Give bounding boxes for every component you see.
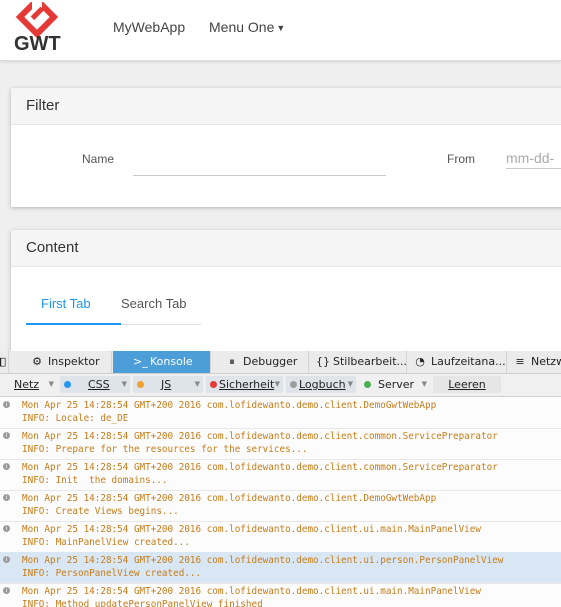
devtools-tab-performance[interactable]: ◔ Laufzeitana... (408, 351, 507, 373)
log-header: Mon Apr 25 14:28:54 GMT+200 2016 com.lof… (22, 555, 504, 566)
filter-netz-label: Netz (14, 378, 40, 391)
active-tab-indicator (26, 323, 121, 325)
log-message: INFO: PersonPanelView created... (22, 568, 202, 579)
clear-console-label: Leeren (448, 378, 486, 391)
devtools-tab-network[interactable]: ≡ Netzw (508, 351, 561, 373)
dropdown-arrow-icon: ▼ (347, 380, 353, 388)
log-message: INFO: Locale: de_DE (22, 413, 129, 424)
filter-sicherheit[interactable]: Sicherheit ▼ (206, 376, 283, 393)
devtools-tab-label: Konsole (150, 355, 193, 368)
security-dot-icon (210, 381, 217, 388)
dropdown-arrow-icon: ▼ (194, 380, 200, 388)
console-filter-bar: Netz ▼ CSS ▼ JS ▼ Sicherheit ▼ Logbuch ▼ Serv… (0, 374, 561, 397)
devtools-tab-overflow[interactable]: ◧ (0, 351, 9, 373)
log-header: Mon Apr 25 14:28:54 GMT+200 2016 com.lof… (22, 493, 437, 504)
caret-down-icon: ▼ (276, 23, 286, 33)
brand-link[interactable]: MyWebApp (113, 19, 185, 35)
log-entry-selected[interactable]: i Mon Apr 25 14:28:54 GMT+200 2016 com.l… (0, 552, 561, 584)
log-entry[interactable]: i Mon Apr 25 14:28:54 GMT+200 2016 com.l… (0, 583, 561, 607)
log-header: Mon Apr 25 14:28:54 GMT+200 2016 com.lof… (22, 431, 498, 442)
clear-console-button[interactable]: Leeren (433, 376, 501, 393)
filter-title: Filter (26, 97, 60, 114)
devtools-tab-label: Inspektor (48, 355, 100, 368)
devtools-tabbar: ◧ ⚙ Inspektor >_Konsole ⏸ Debugger {}Stilb… (0, 351, 561, 374)
log-entry[interactable]: i Mon Apr 25 14:28:54 GMT+200 2016 com.l… (0, 397, 561, 429)
tab-search[interactable]: Search Tab (121, 296, 187, 311)
filter-panel-header: Filter (11, 88, 561, 125)
top-navbar: GWT MyWebApp Menu One ▼ (0, 0, 561, 61)
log-header: Mon Apr 25 14:28:54 GMT+200 2016 com.lof… (22, 400, 437, 411)
log-message: INFO: Method updatePersonPanelView finis… (22, 599, 263, 607)
inspect-pick-icon: ◧ (0, 355, 6, 368)
dropdown-arrow-icon: ▼ (121, 380, 127, 388)
gear-icon: ⚙ (32, 355, 42, 368)
filter-js-label: JS (161, 378, 172, 391)
js-dot-icon (137, 381, 144, 388)
logo-text: GWT (14, 33, 61, 55)
logbuch-dot-icon (290, 381, 297, 388)
braces-icon: {} (316, 355, 330, 368)
info-icon: i (3, 556, 10, 563)
log-header: Mon Apr 25 14:28:54 GMT+200 2016 com.lof… (22, 524, 481, 535)
network-icon: ≡ (515, 355, 525, 368)
content-panel-header: Content (11, 230, 561, 267)
name-label: Name (82, 152, 115, 166)
log-entry[interactable]: i Mon Apr 25 14:28:54 GMT+200 2016 com.l… (0, 428, 561, 460)
log-entry[interactable]: i Mon Apr 25 14:28:54 GMT+200 2016 com.l… (0, 459, 561, 491)
filter-logbuch[interactable]: Logbuch ▼ (286, 376, 356, 393)
log-message: INFO: MainPanelView created... (22, 537, 190, 548)
info-icon: i (3, 525, 10, 532)
devtools-tab-style-editor[interactable]: {} Stilbearbeit... (310, 351, 407, 373)
tab-first[interactable]: First Tab (41, 296, 91, 311)
info-icon: i (3, 587, 10, 594)
devtools-tab-debugger[interactable]: ⏸ Debugger (212, 351, 309, 373)
from-label: From (447, 152, 475, 166)
log-entry[interactable]: i Mon Apr 25 14:28:54 GMT+200 2016 com.l… (0, 521, 561, 553)
filter-server[interactable]: Server ▼ (360, 376, 430, 393)
filter-logbuch-label: Logbuch (299, 378, 346, 391)
content-panel: Content First Tab Search Tab (11, 230, 561, 360)
tab-underline (121, 324, 201, 325)
filter-panel: Filter Name From (11, 88, 561, 207)
filter-server-label: Server (378, 378, 415, 391)
devtools-tab-label: Debugger (243, 355, 298, 368)
terminal-icon: >_ (133, 355, 148, 368)
filter-netz[interactable]: Netz ▼ (0, 376, 57, 393)
name-input[interactable] (133, 155, 386, 176)
dropdown-arrow-icon: ▼ (48, 380, 54, 388)
gauge-icon: ◔ (415, 355, 425, 368)
log-message: INFO: Prepare for the resources for the … (22, 444, 308, 455)
devtools-panel: ◧ ⚙ Inspektor >_Konsole ⏸ Debugger {}Stilb… (0, 351, 561, 607)
dropdown-arrow-icon: ▼ (274, 380, 280, 388)
filter-css[interactable]: CSS ▼ (60, 376, 130, 393)
log-message: INFO: Init the domains... (22, 475, 168, 486)
css-dot-icon (64, 381, 71, 388)
filter-css-label: CSS (88, 378, 110, 391)
content-title: Content (26, 239, 79, 256)
menu-one-dropdown[interactable]: Menu One ▼ (209, 19, 285, 35)
pause-icon: ⏸ (229, 355, 235, 368)
log-entry[interactable]: i Mon Apr 25 14:28:54 GMT+200 2016 com.l… (0, 490, 561, 522)
info-icon: i (3, 463, 10, 470)
log-header: Mon Apr 25 14:28:54 GMT+200 2016 com.lof… (22, 586, 481, 597)
devtools-tab-inspector[interactable]: ⚙ Inspektor (9, 351, 112, 373)
server-dot-icon (364, 381, 371, 388)
from-date-input[interactable] (506, 148, 561, 169)
devtools-tab-console[interactable]: >_ Konsole (113, 351, 211, 373)
info-icon: i (3, 494, 10, 501)
devtools-tab-label: Stilbearbeit... (333, 355, 407, 368)
console-log-output: i Mon Apr 25 14:28:54 GMT+200 2016 com.l… (0, 397, 561, 607)
devtools-tab-label: Laufzeitana... (431, 355, 506, 368)
log-message: INFO: Create Views begins... (22, 506, 179, 517)
info-icon: i (3, 401, 10, 408)
menu-one-label: Menu One (209, 19, 275, 35)
filter-js[interactable]: JS ▼ (133, 376, 203, 393)
info-icon: i (3, 432, 10, 439)
devtools-tab-label: Netzw (531, 355, 561, 368)
dropdown-arrow-icon: ▼ (421, 380, 427, 388)
log-header: Mon Apr 25 14:28:54 GMT+200 2016 com.lof… (22, 462, 498, 473)
filter-sicherheit-label: Sicherheit (219, 378, 275, 391)
